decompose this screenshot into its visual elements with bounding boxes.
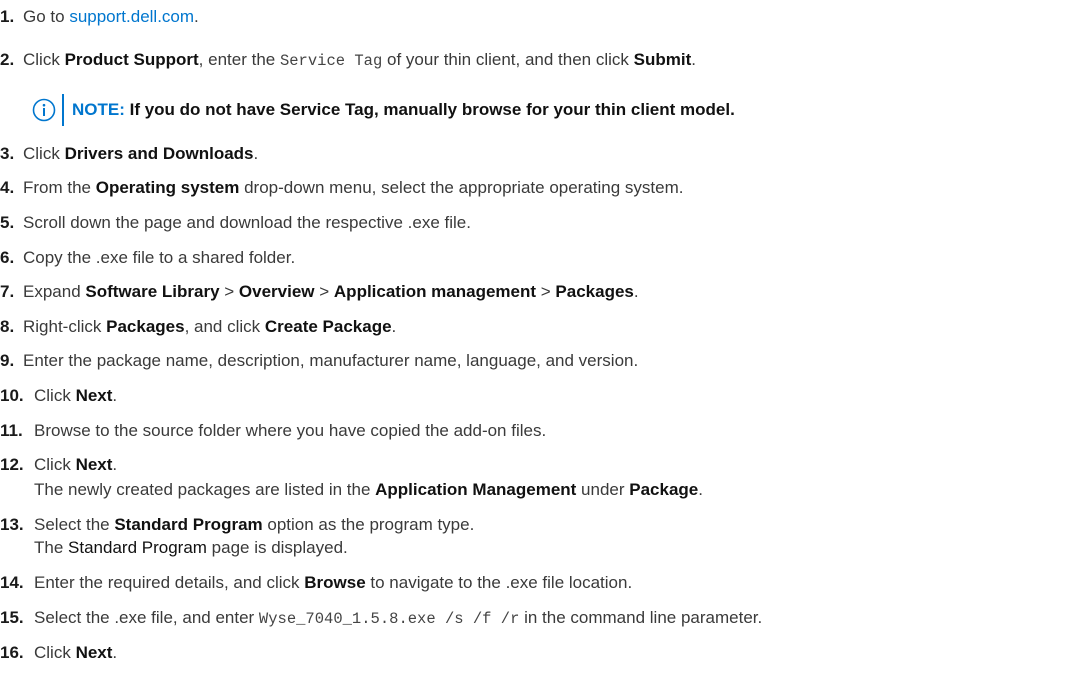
step-number: 6.	[0, 248, 15, 267]
step-number: 10.	[0, 386, 24, 405]
step-11: 11. Browse to the source folder where you…	[0, 421, 547, 440]
step-15: 15. Select the .exe file, and enter Wyse_…	[0, 608, 763, 628]
step-6: 6. Copy the .exe file to a shared folder.	[0, 248, 296, 267]
step-number: 5.	[0, 213, 15, 232]
service-tag-code: Service Tag	[279, 52, 383, 70]
step-13: 13. Select the Standard Program option as…	[0, 515, 475, 534]
step-number: 15.	[0, 608, 24, 627]
step-number: 8.	[0, 317, 15, 336]
step-3: 3. Click Drivers and Downloads.	[0, 144, 259, 163]
step-9: 9. Enter the package name, description, m…	[0, 351, 639, 370]
product-support-term: Product Support	[64, 50, 199, 69]
command-code: Wyse_7040_1.5.8.exe /s /f /r	[258, 610, 520, 628]
step-1: 1. Go to support.dell.com.	[0, 7, 199, 26]
support-link[interactable]: support.dell.com	[69, 7, 194, 26]
step-12-result: The newly created packages are listed in…	[34, 480, 703, 499]
step-number: 3.	[0, 144, 15, 163]
note-divider	[62, 94, 64, 126]
step-7: 7. Expand Software Library > Overview > A…	[0, 282, 639, 301]
info-circle-icon	[32, 98, 56, 122]
note-callout: NOTE: If you do not have Service Tag, ma…	[32, 93, 735, 127]
document-page: 1. Go to support.dell.com. 2. Click Produc…	[0, 0, 1072, 700]
step-number: 12.	[0, 455, 24, 474]
step-number: 1.	[0, 7, 15, 26]
step-12: 12. Click Next.	[0, 455, 118, 474]
step-4: 4. From the Operating system drop-down me…	[0, 178, 684, 197]
step-number: 14.	[0, 573, 24, 592]
step-number: 9.	[0, 351, 15, 370]
step-13-result: The Standard Program page is displayed.	[34, 538, 348, 557]
step-number: 13.	[0, 515, 24, 534]
step-number: 16.	[0, 643, 24, 662]
submit-term: Submit	[633, 50, 692, 69]
note-label: NOTE:	[72, 100, 125, 119]
step-14: 14. Enter the required details, and click…	[0, 573, 633, 592]
note-text: NOTE: If you do not have Service Tag, ma…	[72, 100, 735, 119]
step-number: 11.	[0, 421, 23, 440]
step-number: 4.	[0, 178, 15, 197]
step-10: 10. Click Next.	[0, 386, 118, 405]
step-number: 7.	[0, 282, 15, 301]
step-5: 5. Scroll down the page and download the …	[0, 213, 471, 232]
step-8: 8. Right-click Packages, and click Create…	[0, 317, 397, 336]
step-2: 2. Click Product Support, enter the Servi…	[0, 50, 696, 70]
step-16: 16. Click Next.	[0, 643, 118, 662]
step-number: 2.	[0, 50, 15, 69]
